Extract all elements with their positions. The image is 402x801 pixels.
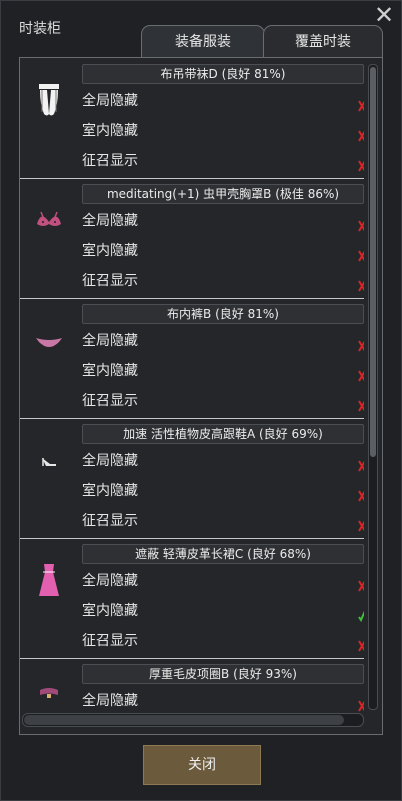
cross-icon[interactable] [358, 454, 364, 472]
cross-icon[interactable] [358, 364, 364, 382]
visibility-option-row[interactable]: 征召显示 [82, 626, 364, 656]
cross-icon[interactable] [358, 694, 364, 712]
option-label: 室内隐藏 [82, 243, 138, 259]
visibility-option-row[interactable]: 征召显示 [82, 146, 364, 176]
dress-icon [34, 560, 64, 600]
apparel-name: meditating(+1) 虫甲壳胸罩B (极佳 86%) [82, 184, 364, 204]
vertical-scroll-thumb[interactable] [370, 67, 376, 457]
visibility-option-row[interactable]: 室内隐藏 [82, 356, 364, 386]
apparel-name: 厚重毛皮项圈B (良好 93%) [82, 664, 364, 684]
apparel-name: 布吊带袜D (良好 81%) [82, 64, 364, 84]
tab-override-fashion[interactable]: 覆盖时装 [263, 25, 383, 58]
cross-icon[interactable] [358, 334, 364, 352]
visibility-option-row[interactable]: 征召显示 [82, 506, 364, 536]
horizontal-scrollbar[interactable] [22, 713, 364, 727]
high-heels-icon [34, 440, 64, 480]
apparel-cabinet-window: 时装柜 ✕ 装备服装 覆盖时装 布吊带袜D (良好 81%) 全局隐藏 室内隐藏 征召… [0, 0, 402, 801]
close-button[interactable]: 关闭 [143, 745, 261, 785]
visibility-option-row[interactable]: 征召显示 [82, 386, 364, 416]
cross-icon[interactable] [358, 214, 364, 232]
visibility-option-row[interactable]: 全局隐藏 [82, 566, 364, 596]
garter-stockings-icon [34, 80, 64, 120]
option-label: 室内隐藏 [82, 603, 138, 619]
option-label: 征召显示 [82, 273, 138, 289]
window-title: 时装柜 [19, 21, 61, 37]
apparel-name: 布内裤B (良好 81%) [82, 304, 364, 324]
cross-icon[interactable] [358, 484, 364, 502]
apparel-group: 加速 活性植物皮高跟鞋A (良好 69%) 全局隐藏室内隐藏征召显示 [20, 418, 364, 539]
option-label: 室内隐藏 [82, 363, 138, 379]
visibility-option-row[interactable]: 室内隐藏 [82, 476, 364, 506]
option-label: 征召显示 [82, 153, 138, 169]
checkmark-icon[interactable] [358, 604, 364, 623]
cross-icon[interactable] [358, 514, 364, 532]
apparel-group: 布内裤B (良好 81%) 全局隐藏室内隐藏征召显示 [20, 298, 364, 419]
apparel-name: 加速 活性植物皮高跟鞋A (良好 69%) [82, 424, 364, 444]
cross-icon[interactable] [358, 94, 364, 112]
apparel-list-panel: 布吊带袜D (良好 81%) 全局隐藏 室内隐藏 征召显示 meditating(+1)… [19, 57, 383, 735]
option-label: 全局隐藏 [82, 453, 138, 469]
bra-icon [34, 200, 64, 240]
apparel-group: 布吊带袜D (良好 81%) 全局隐藏室内隐藏征召显示 [20, 58, 364, 179]
option-label: 征召显示 [82, 633, 138, 649]
option-label: 全局隐藏 [82, 573, 138, 589]
apparel-group: meditating(+1) 虫甲壳胸罩B (极佳 86%) 全局隐藏室内隐藏征召… [20, 178, 364, 299]
option-label: 征召显示 [82, 393, 138, 409]
option-label: 全局隐藏 [82, 213, 138, 229]
visibility-option-row[interactable]: 全局隐藏 [82, 686, 364, 716]
tab-equipped-apparel[interactable]: 装备服装 [141, 25, 265, 58]
vertical-scrollbar[interactable] [368, 64, 378, 710]
visibility-option-row[interactable]: 全局隐藏 [82, 326, 364, 356]
visibility-option-row[interactable]: 全局隐藏 [82, 206, 364, 236]
option-label: 全局隐藏 [82, 333, 138, 349]
cross-icon[interactable] [358, 124, 364, 142]
cross-icon[interactable] [358, 274, 364, 292]
apparel-group: 遮蔽 轻薄皮革长裙C (良好 68%) 全局隐藏室内隐藏征召显示 [20, 538, 364, 659]
option-label: 室内隐藏 [82, 123, 138, 139]
apparel-name: 遮蔽 轻薄皮革长裙C (良好 68%) [82, 544, 364, 564]
horizontal-scroll-thumb[interactable] [24, 715, 344, 725]
option-label: 征召显示 [82, 513, 138, 529]
visibility-option-row[interactable]: 室内隐藏 [82, 236, 364, 266]
option-label: 室内隐藏 [82, 483, 138, 499]
visibility-option-row[interactable]: 室内隐藏 [82, 596, 364, 626]
cross-icon[interactable] [358, 394, 364, 412]
panties-icon [34, 320, 64, 360]
cross-icon[interactable] [358, 154, 364, 172]
option-label: 全局隐藏 [82, 693, 138, 709]
cross-icon[interactable] [358, 574, 364, 592]
visibility-option-row[interactable]: 全局隐藏 [82, 86, 364, 116]
visibility-option-row[interactable]: 全局隐藏 [82, 446, 364, 476]
apparel-list[interactable]: 布吊带袜D (良好 81%) 全局隐藏 室内隐藏 征召显示 meditating(+1)… [20, 58, 364, 734]
option-label: 全局隐藏 [82, 93, 138, 109]
cross-icon[interactable] [358, 634, 364, 652]
visibility-option-row[interactable]: 征召显示 [82, 266, 364, 296]
close-icon[interactable]: ✕ [373, 3, 395, 27]
visibility-option-row[interactable]: 室内隐藏 [82, 116, 364, 146]
cross-icon[interactable] [358, 244, 364, 262]
